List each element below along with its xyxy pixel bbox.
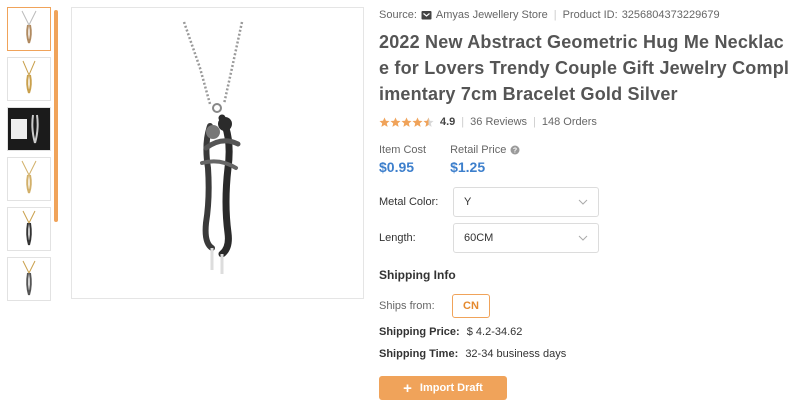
store-icon bbox=[421, 11, 432, 20]
import-draft-label: Import Draft bbox=[419, 382, 483, 394]
rating-stars bbox=[379, 116, 434, 128]
divider: | bbox=[461, 116, 465, 128]
thumbnail-6[interactable] bbox=[7, 257, 51, 301]
shipping-time-row: Shipping Time: 32-34 business days bbox=[379, 348, 566, 360]
necklace-thumbnail-image bbox=[22, 60, 36, 94]
necklace-thumbnail-image bbox=[21, 10, 37, 44]
retail-price-label: Retail Price bbox=[450, 144, 507, 156]
item-cost-label: Item Cost bbox=[379, 144, 427, 156]
chevron-down-icon bbox=[578, 199, 588, 205]
thumbnail-4[interactable] bbox=[7, 157, 51, 201]
orders-count: 148 Orders bbox=[541, 116, 597, 128]
main-product-image bbox=[71, 7, 364, 299]
item-cost-value: $0.95 bbox=[379, 159, 415, 175]
retail-price-value: $1.25 bbox=[450, 159, 486, 175]
thumbnail-3[interactable] bbox=[7, 107, 51, 151]
retail-price-label-row: Retail Price ? bbox=[450, 143, 520, 157]
thumbnail-5[interactable] bbox=[7, 207, 51, 251]
help-icon[interactable]: ? bbox=[510, 145, 520, 155]
thumbnail-scrollbar[interactable] bbox=[54, 10, 58, 222]
product-info-panel: Source: Amyas Jewellery Store | Product … bbox=[379, 7, 794, 400]
thumbnail-2[interactable] bbox=[7, 57, 51, 101]
necklace-thumbnail-image bbox=[22, 260, 36, 296]
metal-color-label: Metal Color: bbox=[379, 196, 439, 208]
necklace-thumbnail-image bbox=[11, 114, 39, 144]
necklace-thumbnail-image bbox=[21, 160, 37, 194]
metal-color-value: Y bbox=[464, 196, 472, 208]
divider: | bbox=[533, 116, 536, 128]
length-row: Length: 60CM bbox=[379, 223, 599, 253]
item-cost-block: Item Cost $0.95 bbox=[379, 143, 426, 175]
metal-color-select[interactable]: Y bbox=[453, 187, 599, 217]
rating-row: 4.9 | 36 Reviews | 148 Orders bbox=[379, 115, 794, 129]
product-id-value: 3256804373229679 bbox=[621, 9, 720, 21]
divider: | bbox=[553, 9, 557, 21]
rating-value: 4.9 bbox=[440, 116, 456, 128]
ships-from-option-cn[interactable]: CN bbox=[452, 294, 490, 318]
star-icon bbox=[379, 116, 390, 127]
thumbnail-list bbox=[7, 7, 51, 307]
length-select[interactable]: 60CM bbox=[453, 223, 599, 253]
shipping-time-value: 32-34 business days bbox=[465, 348, 567, 360]
ships-from-row: Ships from: CN bbox=[379, 294, 490, 318]
plus-icon: + bbox=[403, 379, 412, 397]
ships-from-label: Ships from: bbox=[379, 300, 435, 312]
shipping-price-label: Shipping Price: bbox=[379, 326, 460, 338]
svg-text:?: ? bbox=[513, 148, 517, 155]
shipping-time-label: Shipping Time: bbox=[379, 348, 459, 360]
length-label: Length: bbox=[379, 232, 416, 244]
store-name-link[interactable]: Amyas Jewellery Store bbox=[436, 9, 548, 21]
star-icon bbox=[390, 116, 401, 127]
necklace-thumbnail-image bbox=[22, 210, 36, 246]
source-label: Source: bbox=[379, 9, 417, 21]
star-half-icon bbox=[423, 116, 434, 127]
product-id-label: Product ID: bbox=[562, 9, 618, 21]
import-draft-button[interactable]: + Import Draft bbox=[379, 376, 507, 400]
reviews-count: 36 Reviews bbox=[470, 116, 528, 128]
price-row: Item Cost $0.95 Retail Price ? $1.25 bbox=[379, 143, 794, 175]
thumbnail-1[interactable] bbox=[7, 7, 51, 51]
length-value: 60CM bbox=[464, 232, 494, 244]
star-icon bbox=[412, 116, 423, 127]
shipping-info-title: Shipping Info bbox=[379, 268, 456, 282]
hug-necklace-image bbox=[182, 21, 244, 274]
shipping-price-value: $ 4.2-34.62 bbox=[466, 326, 523, 338]
retail-price-block: Retail Price ? $1.25 bbox=[450, 143, 520, 175]
star-icon bbox=[401, 116, 412, 127]
shipping-price-row: Shipping Price: $ 4.2-34.62 bbox=[379, 326, 522, 338]
metal-color-row: Metal Color: Y bbox=[379, 187, 599, 217]
chevron-down-icon bbox=[578, 235, 588, 241]
product-title: 2022 New Abstract Geometric Hug Me Neckl… bbox=[379, 32, 790, 104]
source-row: Source: Amyas Jewellery Store | Product … bbox=[379, 7, 794, 23]
